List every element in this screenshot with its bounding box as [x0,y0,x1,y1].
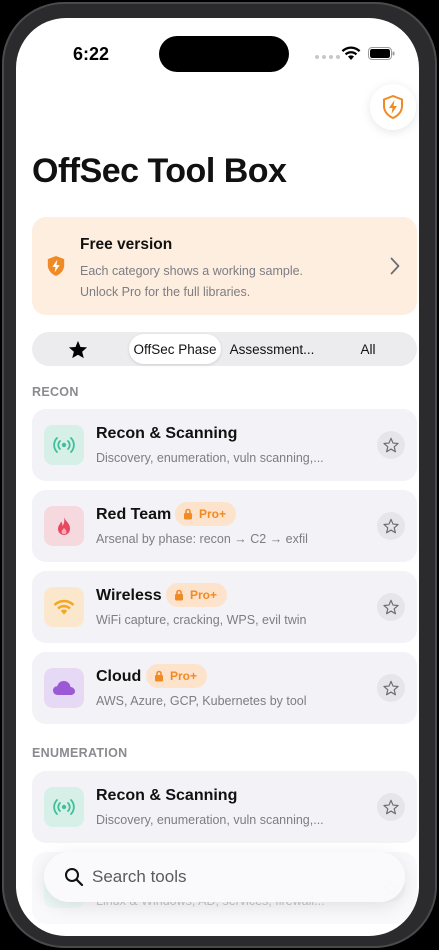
card-subtitle: Arsenal by phase: recon → C2 → exfil [96,532,308,546]
banner-description: Each category shows a working sample. Un… [80,261,380,303]
favorite-button[interactable] [377,793,405,821]
star-outline-icon [383,518,399,534]
radio-waves-icon [44,425,84,465]
favorite-button[interactable] [377,512,405,540]
segment-favorites[interactable] [42,334,114,364]
lightning-shield-icon [47,256,65,276]
flame-icon [44,506,84,546]
pro-badge: Pro+ [175,502,237,526]
pro-badge: Pro+ [146,664,208,688]
app-screen: 6:22 OffSec Tool Box Free version Each c… [16,18,419,936]
lock-icon [183,508,193,520]
pro-badge: Pro+ [166,583,228,607]
banner-line-2: Unlock Pro for the full libraries. [80,285,251,299]
favorite-button[interactable] [377,674,405,702]
section-header: ENUMERATION [32,746,128,760]
lightning-shield-icon [383,95,403,119]
section-header: RECON [32,385,79,399]
category-card[interactable]: Red Team Pro+ Arsenal by phase: recon → C2… [32,490,417,562]
card-title: Cloud [96,668,142,685]
battery-icon [368,47,395,60]
category-card[interactable]: Wireless Pro+ WiFi capture, cracking, WPS,… [32,571,417,643]
segment-offsec-phase[interactable]: OffSec Phase [129,334,221,364]
cloud-icon [44,668,84,708]
segment-assessment[interactable]: Assessment... [224,334,320,364]
upgrade-button[interactable] [370,84,416,130]
favorite-button[interactable] [377,431,405,459]
card-title: Red Team [96,506,172,523]
category-segmented-control: OffSec Phase Assessment... All [32,332,417,366]
category-card[interactable]: Recon & Scanning Discovery, enumeration, … [32,409,417,481]
star-outline-icon [383,599,399,615]
favorite-button[interactable] [377,593,405,621]
star-outline-icon [383,799,399,815]
card-title: Recon & Scanning [96,425,238,442]
pro-badge-label: Pro+ [170,669,198,683]
lock-icon [154,670,164,682]
card-subtitle: Discovery, enumeration, vuln scanning,..… [96,813,324,827]
chevron-right-icon [390,257,400,275]
lock-icon [174,589,184,601]
card-title: Wireless [96,587,162,604]
wifi-icon [44,587,84,627]
banner-title: Free version [80,236,173,253]
radio-waves-icon [44,787,84,827]
card-title: Recon & Scanning [96,787,238,804]
page-title: OffSec Tool Box [32,152,287,190]
category-card[interactable]: Recon & Scanning Discovery, enumeration, … [32,771,417,843]
segment-all[interactable]: All [332,334,404,364]
status-time: 6:22 [73,44,110,64]
star-outline-icon [383,437,399,453]
card-subtitle: AWS, Azure, GCP, Kubernetes by tool [96,694,307,708]
cellular-signal-icon [315,55,340,59]
pro-badge-label: Pro+ [199,507,227,521]
banner-line-1: Each category shows a working sample. [80,264,304,278]
card-subtitle: WiFi capture, cracking, WPS, evil twin [96,613,307,627]
search-input[interactable] [92,865,382,889]
wifi-status-icon [341,46,361,60]
search-bar[interactable] [44,852,405,902]
search-icon [65,868,84,887]
pro-badge-label: Pro+ [190,588,218,602]
star-outline-icon [383,680,399,696]
card-subtitle: Discovery, enumeration, vuln scanning,..… [96,451,324,465]
free-version-banner[interactable]: Free version Each category shows a worki… [32,217,417,315]
category-card[interactable]: Cloud Pro+ AWS, Azure, GCP, Kubernetes by … [32,652,417,724]
device-frame: 6:22 OffSec Tool Box Free version Each c… [2,2,437,948]
dynamic-island [159,36,289,72]
star-filled-icon [68,340,88,358]
